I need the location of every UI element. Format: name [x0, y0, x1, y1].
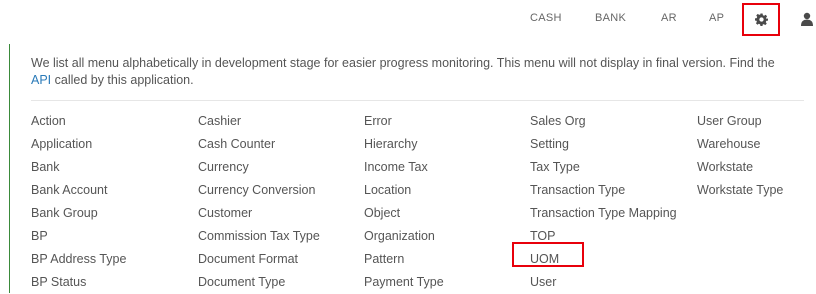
menu-item-top[interactable]: TOP	[530, 225, 677, 248]
menu-item-user[interactable]: User	[530, 271, 677, 294]
user-icon	[801, 12, 813, 26]
menu-item-warehouse[interactable]: Warehouse	[697, 133, 783, 156]
menu-column-3: Error Hierarchy Income Tax Location Obje…	[364, 110, 444, 294]
divider	[31, 100, 804, 101]
menu-item-uom[interactable]: UOM	[530, 248, 677, 271]
description-text-end: called by this application.	[51, 73, 194, 87]
menu-item-document-format[interactable]: Document Format	[198, 248, 320, 271]
description-text-start: We list all menu alphabetically in devel…	[31, 56, 775, 70]
top-navbar: CASH BANK AR AP	[0, 0, 816, 40]
menu-item-workstate-type[interactable]: Workstate Type	[697, 179, 783, 202]
menu-item-error[interactable]: Error	[364, 110, 444, 133]
menu-item-commission-tax-type[interactable]: Commission Tax Type	[198, 225, 320, 248]
menu-item-pattern[interactable]: Pattern	[364, 248, 444, 271]
menu-column-5: User Group Warehouse Workstate Workstate…	[697, 110, 783, 202]
menu-description: We list all menu alphabetically in devel…	[31, 55, 796, 89]
menu-item-document-type[interactable]: Document Type	[198, 271, 320, 294]
settings-button[interactable]	[742, 3, 780, 36]
menu-item-income-tax[interactable]: Income Tax	[364, 156, 444, 179]
menu-column-2: Cashier Cash Counter Currency Currency C…	[198, 110, 320, 294]
menu-column-1: Action Application Bank Bank Account Ban…	[31, 110, 126, 294]
menu-item-transaction-type-mapping[interactable]: Transaction Type Mapping	[530, 202, 677, 225]
menu-item-bank-group[interactable]: Bank Group	[31, 202, 126, 225]
menu-item-setting[interactable]: Setting	[530, 133, 677, 156]
menu-item-user-group[interactable]: User Group	[697, 110, 783, 133]
menu-item-currency[interactable]: Currency	[198, 156, 320, 179]
menu-item-object[interactable]: Object	[364, 202, 444, 225]
menu-item-sales-org[interactable]: Sales Org	[530, 110, 677, 133]
menu-item-organization[interactable]: Organization	[364, 225, 444, 248]
menu-item-bp-status[interactable]: BP Status	[31, 271, 126, 294]
nav-ap[interactable]: AP	[709, 12, 724, 24]
menu-item-action[interactable]: Action	[31, 110, 126, 133]
user-menu-button[interactable]	[799, 9, 816, 31]
menu-item-cashier[interactable]: Cashier	[198, 110, 320, 133]
menu-item-transaction-type[interactable]: Transaction Type	[530, 179, 677, 202]
nav-cash[interactable]: CASH	[530, 12, 562, 24]
gear-icon	[754, 13, 768, 26]
menu-item-hierarchy[interactable]: Hierarchy	[364, 133, 444, 156]
menu-item-cash-counter[interactable]: Cash Counter	[198, 133, 320, 156]
menu-item-workstate[interactable]: Workstate	[697, 156, 783, 179]
menu-item-location[interactable]: Location	[364, 179, 444, 202]
page-left-border	[9, 44, 10, 293]
menu-item-application[interactable]: Application	[31, 133, 126, 156]
menu-column-4: Sales Org Setting Tax Type Transaction T…	[530, 110, 677, 294]
menu-item-bank[interactable]: Bank	[31, 156, 126, 179]
api-link[interactable]: API	[31, 73, 51, 87]
menu-item-customer[interactable]: Customer	[198, 202, 320, 225]
settings-dropdown-panel: We list all menu alphabetically in devel…	[12, 44, 816, 293]
menu-item-tax-type[interactable]: Tax Type	[530, 156, 677, 179]
nav-bank[interactable]: BANK	[595, 12, 626, 24]
menu-item-payment-type[interactable]: Payment Type	[364, 271, 444, 294]
menu-item-bank-account[interactable]: Bank Account	[31, 179, 126, 202]
nav-ar[interactable]: AR	[661, 12, 677, 24]
menu-item-bp-address-type[interactable]: BP Address Type	[31, 248, 126, 271]
menu-item-currency-conversion[interactable]: Currency Conversion	[198, 179, 320, 202]
menu-item-bp[interactable]: BP	[31, 225, 126, 248]
